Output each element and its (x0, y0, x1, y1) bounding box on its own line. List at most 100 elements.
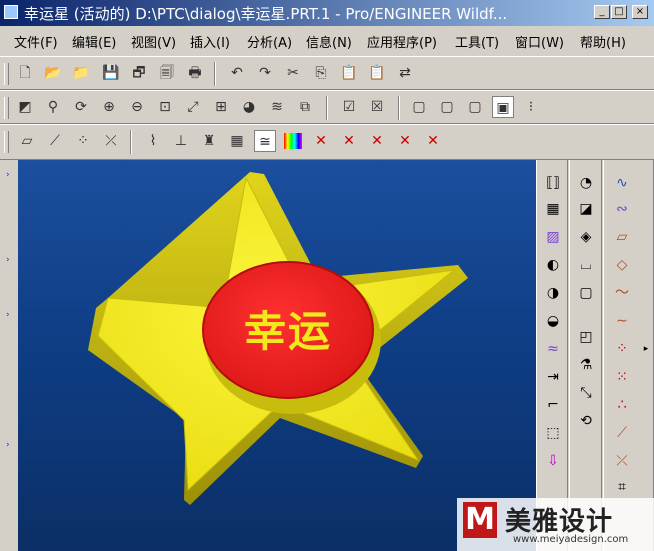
toolbar-grip[interactable] (4, 131, 9, 153)
coordinate-system-icon[interactable]: ⤫ (610, 450, 634, 472)
datum-axis-icon[interactable]: ⟋ (610, 422, 634, 444)
hole-icon[interactable]: ◔ (574, 172, 598, 194)
draft-analysis-icon[interactable]: ▦ (226, 130, 248, 152)
open-recent-icon[interactable]: 📁 (70, 62, 92, 84)
close-button[interactable]: × (632, 5, 648, 19)
curve-analysis-icon[interactable]: ⌇ (142, 130, 164, 152)
color-scale-icon[interactable] (282, 130, 304, 152)
datum-curve-icon[interactable]: 〜 (610, 282, 634, 304)
revolve-icon[interactable]: ⤡ (574, 382, 598, 404)
menu-view[interactable]: 视图(V) (131, 32, 176, 51)
regenerate-icon[interactable]: ⇄ (394, 62, 416, 84)
no-hidden-icon[interactable]: ▢ (464, 96, 486, 118)
offset-icon[interactable]: ≈ (541, 338, 565, 360)
toolbar-grip[interactable] (4, 97, 9, 119)
layers-icon[interactable]: ≋ (266, 96, 288, 118)
model-tree-icon[interactable]: ⁝ (520, 96, 542, 118)
minimize-button[interactable]: _ (594, 5, 610, 19)
cut-icon[interactable]: ✂ (282, 62, 304, 84)
expand-arrow-icon[interactable]: › (6, 255, 10, 265)
new-file-icon[interactable]: 🗋 (14, 62, 36, 84)
appearance-icon[interactable]: ◕ (238, 96, 260, 118)
axis-display-icon[interactable]: ⟋ (44, 130, 66, 152)
left-panel-strip[interactable]: › › › › (0, 160, 19, 551)
save-icon[interactable]: 💾 (100, 62, 122, 84)
wireframe-icon[interactable]: ▢ (408, 96, 430, 118)
sweep-icon[interactable]: ⟲ (574, 410, 598, 432)
sketch-view-icon[interactable]: ◩ (14, 96, 36, 118)
window-activate-icon[interactable]: ☑ (338, 96, 360, 118)
datum-g-icon[interactable]: ✕ (394, 130, 416, 152)
analysis-feature-icon[interactable]: ⌗ (610, 476, 634, 498)
rib-icon[interactable]: ◈ (574, 226, 598, 248)
open-folder-icon[interactable]: 📂 (42, 62, 64, 84)
expand-arrow-icon[interactable]: › (6, 310, 10, 320)
pattern-icon[interactable]: ▦ (541, 198, 565, 220)
round-icon[interactable]: ▢ (574, 282, 598, 304)
datum-curve-through-icon[interactable]: ∼ (610, 310, 634, 332)
hidden-line-icon[interactable]: ▢ (436, 96, 458, 118)
datum-point-sketch-icon[interactable]: ⁙ (610, 366, 634, 388)
menu-file[interactable]: 文件(F) (14, 32, 58, 51)
paste-icon[interactable]: 📋 (338, 62, 360, 84)
undo-icon[interactable]: ↶ (226, 62, 248, 84)
graphics-viewport[interactable]: 幸运 (18, 160, 536, 551)
toolbar-grip[interactable] (4, 63, 9, 85)
shell-icon[interactable]: ◪ (574, 198, 598, 220)
menu-help[interactable]: 帮助(H) (580, 32, 626, 51)
draft-icon[interactable]: ⌴ (574, 254, 598, 276)
zoom-out-icon[interactable]: ⊖ (126, 96, 148, 118)
intersect-icon[interactable]: ◐ (541, 254, 565, 276)
datum-u-icon[interactable]: ✕ (310, 130, 332, 152)
mass-properties-icon[interactable]: ♜ (198, 130, 220, 152)
window-close-icon[interactable]: ☒ (366, 96, 388, 118)
shading-icon[interactable]: ▣ (492, 96, 514, 118)
reorient-icon[interactable]: ⤢ (182, 96, 204, 118)
menu-analysis[interactable]: 分析(A) (247, 32, 292, 51)
menu-edit[interactable]: 编辑(E) (72, 32, 116, 51)
extrude-icon[interactable]: ⚗ (574, 354, 598, 376)
refit-icon[interactable]: ⊡ (154, 96, 176, 118)
trim-icon[interactable]: ◒ (541, 310, 565, 332)
dropdown-arrow-icon[interactable]: ▸ (634, 338, 654, 360)
project-icon[interactable]: ⇩ (541, 450, 565, 472)
fill-icon[interactable]: ▨ (541, 226, 565, 248)
menu-applications[interactable]: 应用程序(P) (367, 32, 437, 51)
view-manager-icon[interactable]: ⧉ (294, 96, 316, 118)
csys-display-icon[interactable]: ⤫ (100, 130, 122, 152)
expand-arrow-icon[interactable]: › (6, 170, 10, 180)
datum-x-icon[interactable]: ✕ (422, 130, 444, 152)
slope-analysis-icon[interactable]: ≅ (254, 130, 276, 152)
menu-insert[interactable]: 插入(I) (190, 32, 230, 51)
save-copy-icon[interactable]: 🗗 (128, 62, 150, 84)
extend-icon[interactable]: ⬚ (541, 422, 565, 444)
sketch-curve-icon[interactable]: ∿ (610, 172, 634, 194)
backup-icon[interactable]: 🗐 (156, 62, 178, 84)
datum-plane-icon[interactable]: ▱ (610, 226, 634, 248)
paste-special-icon[interactable]: 📋 (366, 62, 388, 84)
print-icon[interactable]: 🖶 (184, 62, 206, 84)
menu-tools[interactable]: 工具(T) (455, 32, 499, 51)
menu-info[interactable]: 信息(N) (306, 32, 352, 51)
zoom-in-icon[interactable]: ⊕ (98, 96, 120, 118)
expand-arrow-icon[interactable]: › (6, 440, 10, 450)
measure-icon[interactable]: ⊥ (170, 130, 192, 152)
copy-icon[interactable]: ⎘ (310, 62, 332, 84)
datum-point-offset-icon[interactable]: ∴ (610, 394, 634, 416)
solidify-icon[interactable]: ⌐ (541, 394, 565, 416)
datum-point-icon[interactable]: ⁘ (610, 338, 634, 360)
spin-center-icon[interactable]: ⟳ (70, 96, 92, 118)
datum-r-icon[interactable]: ✕ (338, 130, 360, 152)
redo-icon[interactable]: ↷ (254, 62, 276, 84)
mirror-icon[interactable]: ⟦⟧ (541, 172, 565, 194)
point-display-icon[interactable]: ⁘ (72, 130, 94, 152)
menu-window[interactable]: 窗口(W) (515, 32, 564, 51)
datum-display-icon[interactable]: ⚲ (42, 96, 64, 118)
saved-views-icon[interactable]: ⊞ (210, 96, 232, 118)
datum-plane-offset-icon[interactable]: ◇ (610, 254, 634, 276)
thicken-icon[interactable]: ⇥ (541, 366, 565, 388)
merge-icon[interactable]: ◑ (541, 282, 565, 304)
datum-f-icon[interactable]: ✕ (366, 130, 388, 152)
spline-icon[interactable]: ∾ (610, 198, 634, 220)
chamfer-icon[interactable]: ◰ (574, 326, 598, 348)
